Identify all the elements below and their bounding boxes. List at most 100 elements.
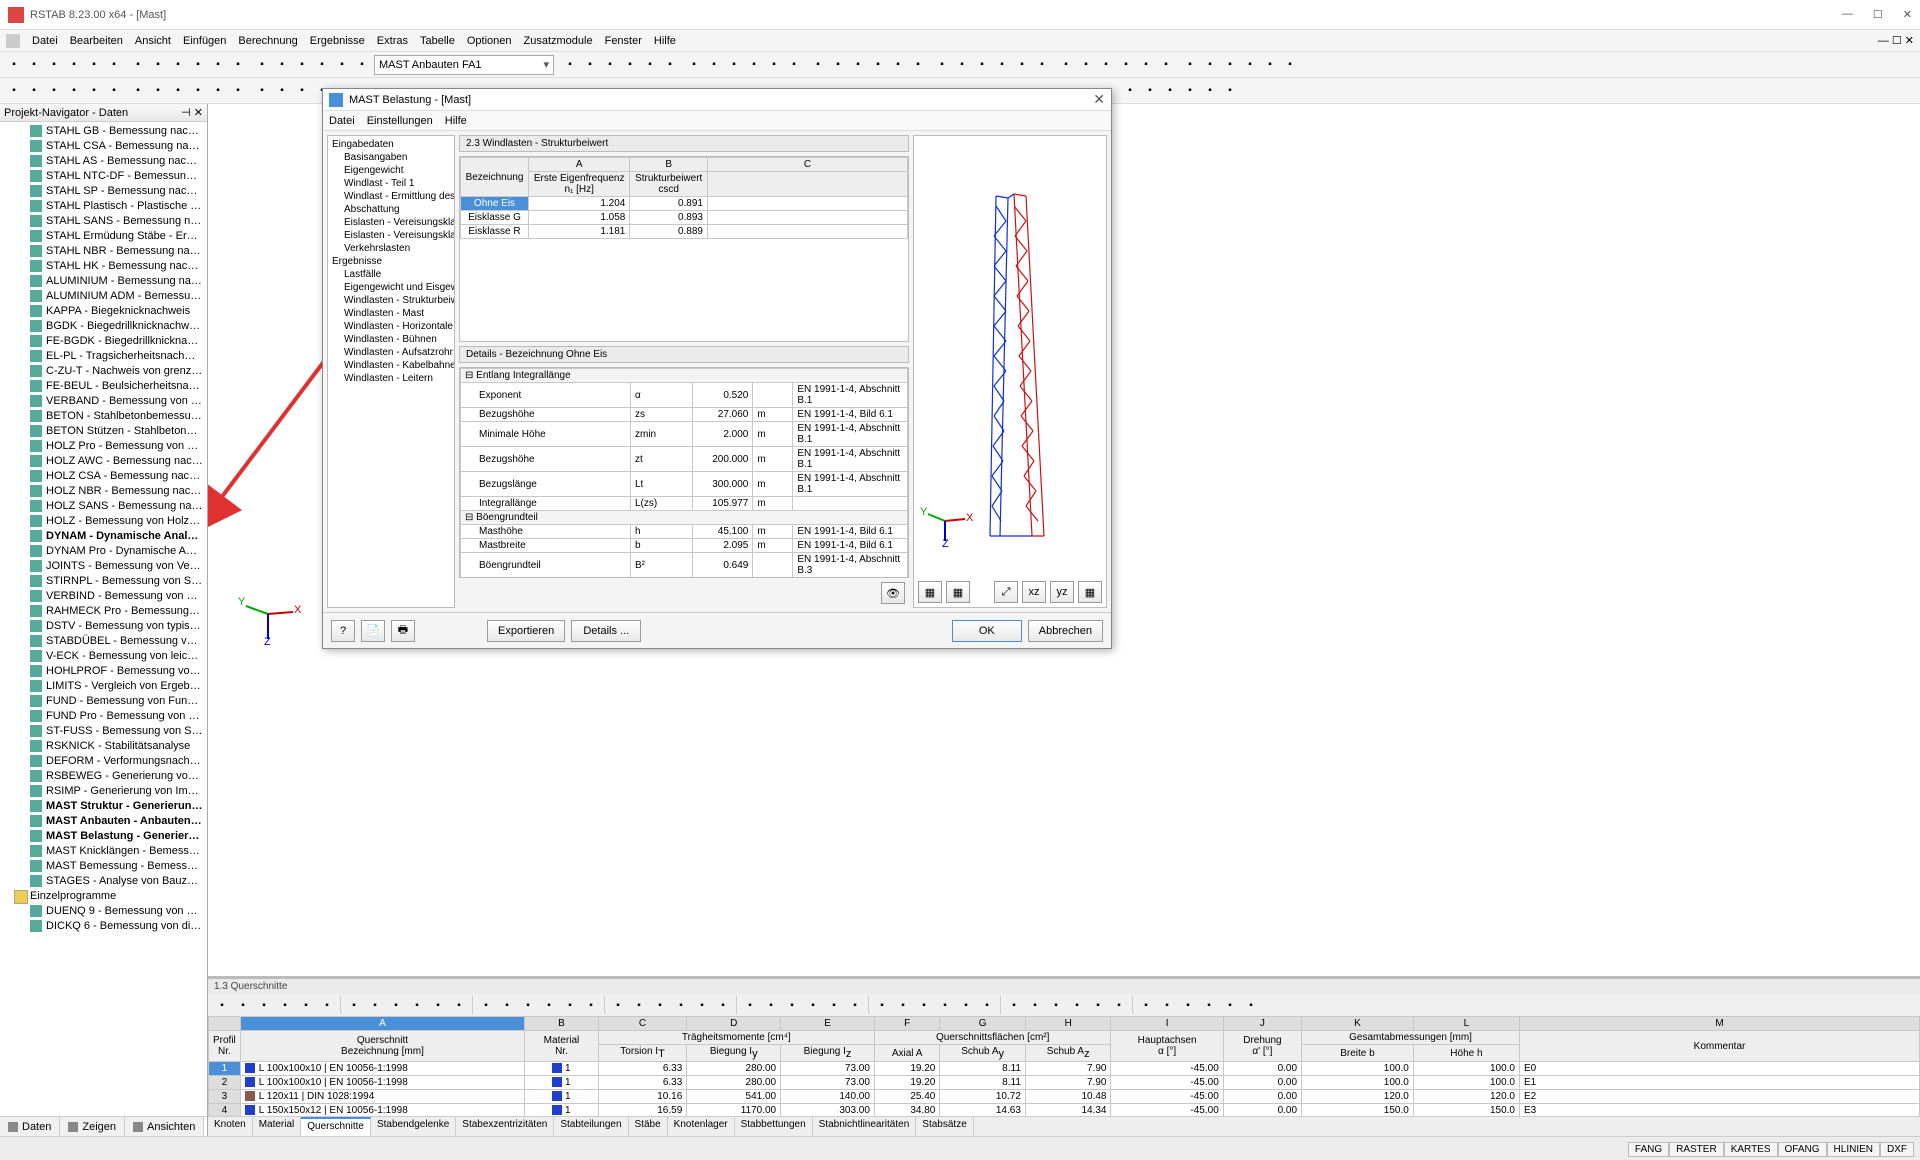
bptb-26[interactable]: ▪ [782,995,802,1015]
tb1b-2[interactable]: ▪ [600,55,620,75]
nav-item-18[interactable]: VERBAND - Bemessung von Dach [0,394,207,409]
tb1b-26[interactable]: ▪ [1096,55,1116,75]
report-button[interactable]: 📄 [361,620,385,642]
tb1-8[interactable]: ▪ [168,55,188,75]
tree-group-eingabedaten[interactable]: Eingabedaten [330,138,452,151]
tb2-5[interactable]: ▪ [104,81,124,101]
nav-item-40[interactable]: ST-FUSS - Bemessung von Stützen [0,724,207,739]
dlg-tree-in-1[interactable]: Eigengewicht [330,164,452,177]
tb1b-28[interactable]: ▪ [1136,55,1156,75]
nav-item-41[interactable]: RSKNICK - Stabilitätsanalyse [0,739,207,754]
nav-item-23[interactable]: HOLZ CSA - Bemessung nach CSA [0,469,207,484]
nav-item-12[interactable]: KAPPA - Biegeknicknachweis [0,304,207,319]
dlg-menu-datei[interactable]: Datei [329,115,355,127]
nav-item-16[interactable]: C-ZU-T - Nachweis von grenz c/t [0,364,207,379]
nav-item-28[interactable]: DYNAM Pro - Dynamische Analys [0,544,207,559]
nav-item-48[interactable]: MAST Knicklängen - Bemessung [0,844,207,859]
section-row-1[interactable]: 1L 100x100x10 | EN 10056-1:1998 16.33280… [209,1062,1920,1076]
tb1b-20[interactable]: ▪ [972,55,992,75]
dlg-tree-out-6[interactable]: Windlasten - Aufsatzrohr [330,346,452,359]
status-kartes[interactable]: KARTES [1724,1142,1778,1157]
tb1b-35[interactable]: ▪ [1280,55,1300,75]
nav-item-25[interactable]: HOLZ SANS - Bemessung nach SA [0,499,207,514]
status-raster[interactable]: RASTER [1669,1142,1724,1157]
table-tab-5[interactable]: Stabteilungen [554,1117,628,1136]
tb1-12[interactable]: ▪ [252,55,272,75]
tb2-14[interactable]: ▪ [292,81,312,101]
tb1b-22[interactable]: ▪ [1012,55,1032,75]
tb1b-25[interactable]: ▪ [1076,55,1096,75]
view-eye-button[interactable]: 👁 [881,582,905,604]
nav-item-8[interactable]: STAHL NBR - Bemessung nach NB [0,244,207,259]
render-btn-2[interactable]: ▦ [946,581,970,603]
bptb-9[interactable]: ▪ [407,995,427,1015]
tb1b-30[interactable]: ▪ [1180,55,1200,75]
bptb-43[interactable]: ▪ [1157,995,1177,1015]
table-tab-10[interactable]: Stabsätze [916,1117,973,1136]
menu-ergebnisse[interactable]: Ergebnisse [304,33,371,49]
tb1-15[interactable]: ▪ [312,55,332,75]
nav-item-50[interactable]: STAGES - Analyse von Bauzuständ [0,874,207,889]
dlg-tree-out-8[interactable]: Windlasten - Leitern [330,372,452,385]
tb1-3[interactable]: ▪ [64,55,84,75]
nav-item-20[interactable]: BETON Stützen - Stahlbetonbeme [0,424,207,439]
status-hlinien[interactable]: HLINIEN [1827,1142,1880,1157]
export-button[interactable]: Exportieren [487,620,565,642]
bptb-3[interactable]: ▪ [275,995,295,1015]
bptb-15[interactable]: ▪ [539,995,559,1015]
cancel-button[interactable]: Abbrechen [1028,620,1103,642]
nav-item-21[interactable]: HOLZ Pro - Bemessung von Holzs [0,439,207,454]
bptb-2[interactable]: ▪ [254,995,274,1015]
tb1-11[interactable]: ▪ [228,55,248,75]
nav-item-30[interactable]: STIRNPL - Bemessung von Stirnpl [0,574,207,589]
nav-item-19[interactable]: BETON - Stahlbetonbemessung vo [0,409,207,424]
dlg-tree-in-0[interactable]: Basisangaben [330,151,452,164]
help-button[interactable]: ? [331,620,355,642]
tb1-4[interactable]: ▪ [84,55,104,75]
render-btn-1[interactable]: ▦ [918,581,942,603]
sections-table-wrap[interactable]: ABCDEFGHIJKLMProfilNr.QuerschnittBezeich… [208,1016,1920,1116]
bptb-45[interactable]: ▪ [1199,995,1219,1015]
tb1b-33[interactable]: ▪ [1240,55,1260,75]
dlg-tree-in-2[interactable]: Windlast - Teil 1 [330,177,452,190]
status-fang[interactable]: FANG [1628,1142,1669,1157]
nav-item-26[interactable]: HOLZ - Bemessung von Holzstäbe [0,514,207,529]
dlg-tree-out-2[interactable]: Windlasten - Strukturbeiwert [330,294,452,307]
bptb-8[interactable]: ▪ [386,995,406,1015]
nav-item-3[interactable]: STAHL NTC-DF - Bemessung nach [0,169,207,184]
tb2-54[interactable]: ▪ [1120,81,1140,101]
bptb-38[interactable]: ▪ [1046,995,1066,1015]
nav-item-15[interactable]: EL-PL - Tragsicherheitsnachweis n [0,349,207,364]
nav-item-4[interactable]: STAHL SP - Bemessung nach SP [0,184,207,199]
tb2-3[interactable]: ▪ [64,81,84,101]
dlg-tree-out-5[interactable]: Windlasten - Bühnen [330,333,452,346]
tb1-7[interactable]: ▪ [148,55,168,75]
dlg-tree-in-4[interactable]: Abschattung [330,203,452,216]
details-grid[interactable]: ⊟ Entlang IntegrallängeExponentα0.520EN … [459,367,909,578]
bptb-4[interactable]: ▪ [296,995,316,1015]
tb1-17[interactable]: ▪ [352,55,372,75]
tb1-2[interactable]: ▪ [44,55,64,75]
tb2-8[interactable]: ▪ [168,81,188,101]
nav-item-53[interactable]: DICKQ 6 - Bemessung von dickwa [0,919,207,934]
nav-item-1[interactable]: STAHL CSA - Bemessung nach CS [0,139,207,154]
bptb-31[interactable]: ▪ [893,995,913,1015]
tb2-10[interactable]: ▪ [208,81,228,101]
bptb-13[interactable]: ▪ [497,995,517,1015]
nav-item-5[interactable]: STAHL Plastisch - Plastische Beme [0,199,207,214]
nav-item-51[interactable]: Einzelprogramme [0,889,207,904]
status-dxf[interactable]: DXF [1880,1142,1914,1157]
tb1-10[interactable]: ▪ [208,55,228,75]
tb1b-7[interactable]: ▪ [704,55,724,75]
nav-item-44[interactable]: RSIMP - Generierung von Imperf [0,784,207,799]
dlg-tree-in-7[interactable]: Verkehrslasten [330,242,452,255]
bptb-40[interactable]: ▪ [1088,995,1108,1015]
maximize-button[interactable]: ☐ [1873,8,1883,21]
render-btn-6[interactable]: ▦ [1078,581,1102,603]
navigator-tree[interactable]: STAHL GB - Bemessung nach GBSTAHL CSA - … [0,122,207,1116]
tb1-14[interactable]: ▪ [292,55,312,75]
bptb-42[interactable]: ▪ [1136,995,1156,1015]
nav-item-36[interactable]: HOHLPROF - Bemessung von Hol [0,664,207,679]
tb2-13[interactable]: ▪ [272,81,292,101]
table-tab-3[interactable]: Stabendgelenke [371,1117,456,1136]
